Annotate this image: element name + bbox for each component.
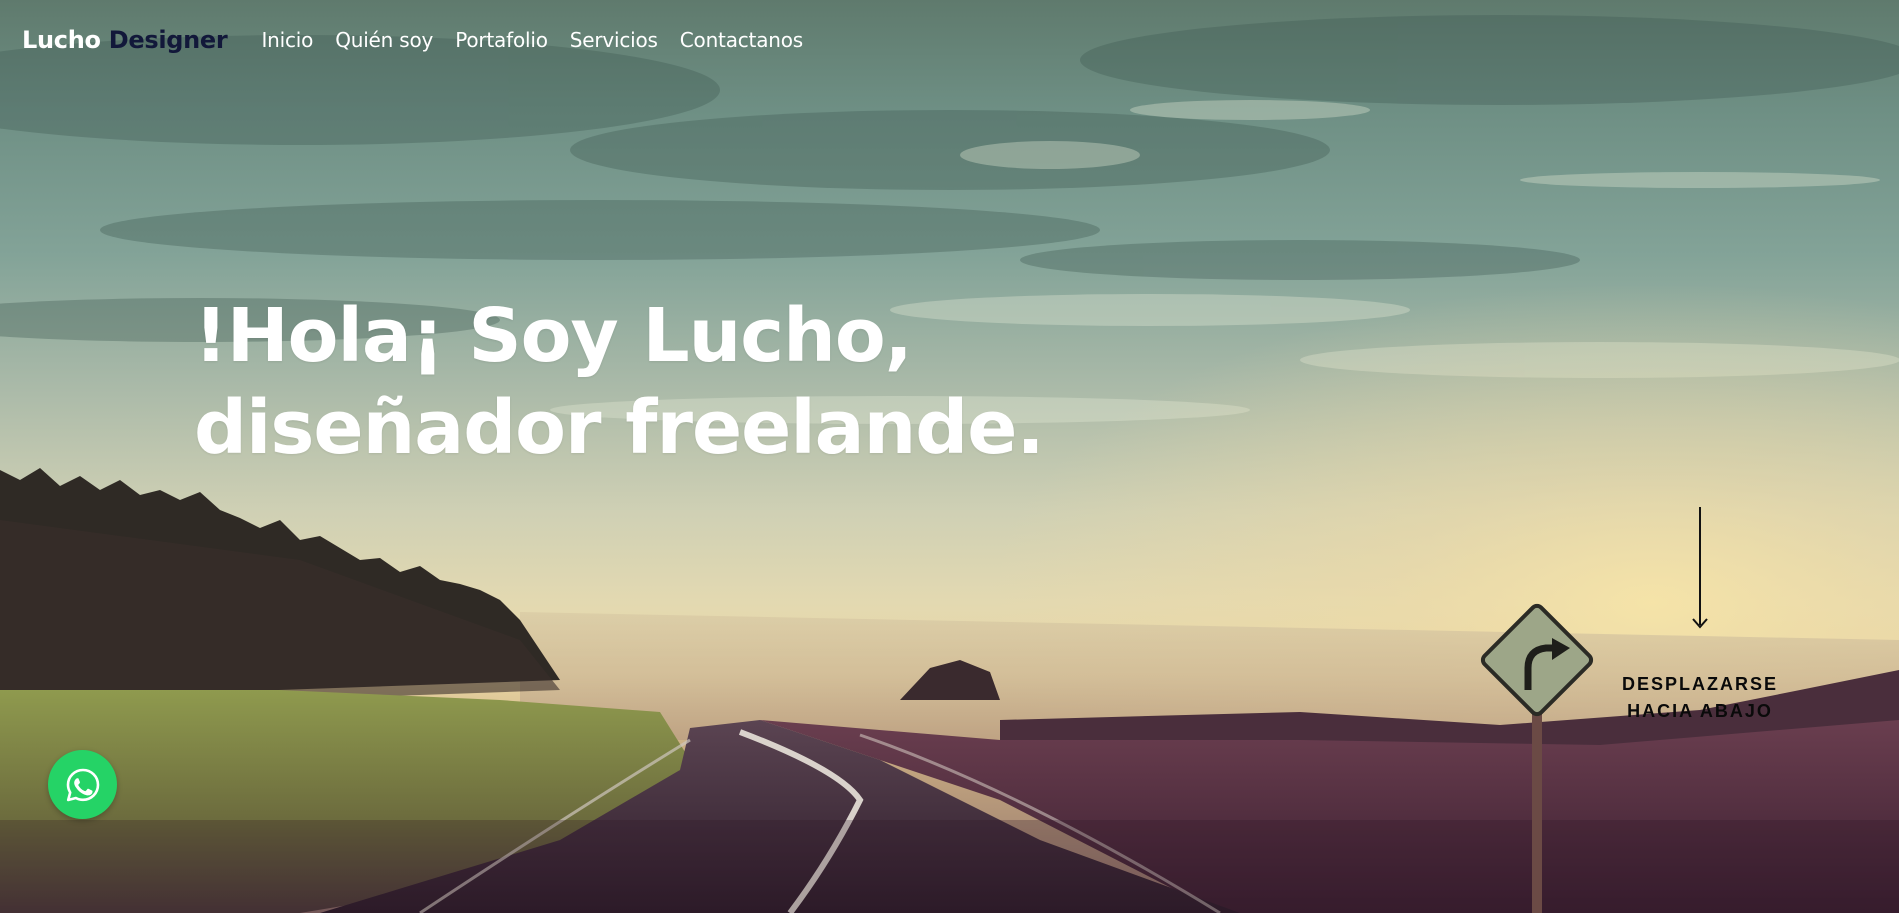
nav-item-servicios[interactable]: Servicios xyxy=(570,28,658,52)
nav-links: Inicio Quién soy Portafolio Servicios Co… xyxy=(261,28,825,52)
hero-headline: !Hola¡ Soy Lucho, diseñador freelande. xyxy=(194,290,1045,474)
nav-item-quien-soy[interactable]: Quién soy xyxy=(335,28,433,52)
arrow-down-icon[interactable] xyxy=(1690,505,1710,631)
whatsapp-icon xyxy=(66,768,99,801)
nav-item-inicio[interactable]: Inicio xyxy=(261,28,313,52)
nav-item-contactanos[interactable]: Contactanos xyxy=(680,28,803,52)
scroll-down-label[interactable]: DESPLAZARSE HACIA ABAJO xyxy=(1610,671,1790,725)
top-navigation: Lucho Designer Inicio Quién soy Portafol… xyxy=(22,22,825,58)
hero-section: Lucho Designer Inicio Quién soy Portafol… xyxy=(0,0,1899,913)
brand-second-word: Designer xyxy=(108,26,228,54)
scroll-label-line-1: DESPLAZARSE xyxy=(1621,674,1778,694)
headline-line-2: diseñador freelande. xyxy=(194,385,1045,471)
scroll-label-line-2: HACIA ABAJO xyxy=(1627,701,1773,721)
scroll-down-indicator[interactable]: DESPLAZARSE HACIA ABAJO xyxy=(1610,505,1790,725)
headline-line-1: !Hola¡ Soy Lucho, xyxy=(194,293,913,379)
whatsapp-button[interactable] xyxy=(48,750,117,819)
brand-logo[interactable]: Lucho Designer xyxy=(22,26,228,54)
nav-item-portafolio[interactable]: Portafolio xyxy=(455,28,548,52)
brand-first-word: Lucho xyxy=(22,26,101,54)
